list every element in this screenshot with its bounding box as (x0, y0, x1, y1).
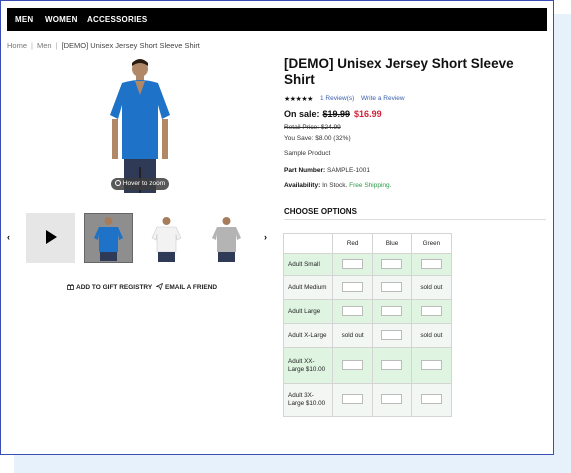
breadcrumb: Home | Men | [DEMO] Unisex Jersey Short Slee… (7, 41, 200, 50)
sale-price-line: On sale: $19.99 $16.99 (284, 109, 382, 119)
product-title: [DEMO] Unisex Jersey Short Sleeve Shirt (284, 56, 514, 87)
hover-to-zoom-badge: Hover to zoom (111, 178, 169, 190)
sold-out-text: sold out (410, 323, 453, 348)
add-to-gift-registry-link[interactable]: ADD TO GIFT REGISTRY (67, 283, 152, 291)
quantity-input-blue[interactable] (381, 305, 403, 316)
quantity-input-blue[interactable] (381, 394, 403, 404)
write-review-link[interactable]: Write a Review (361, 95, 405, 102)
availability-line: Availability: In Stock. Free Shipping. (284, 182, 391, 189)
quantity-cell (372, 383, 412, 417)
size-label: Adult X-Large (283, 323, 333, 348)
email-a-friend-link[interactable]: EMAIL A FRIEND (155, 282, 217, 291)
sold-out-text: sold out (410, 275, 453, 300)
quantity-input-blue[interactable] (381, 258, 403, 269)
retail-label: Retail Price: (284, 124, 320, 131)
part-number-line: Part Number: SAMPLE-1001 (284, 167, 370, 174)
thumbnail-white-shirt[interactable] (142, 213, 191, 263)
options-row: Adult Large (283, 299, 453, 324)
quantity-input-red[interactable] (342, 281, 364, 292)
retail-price-line: Retail Price: $24.99 (284, 124, 341, 131)
options-grid: Red Blue Green Adult Small Adult Medium so… (283, 233, 453, 417)
size-label: Adult Large (283, 299, 333, 324)
free-shipping-text: Free Shipping. (349, 182, 392, 189)
breadcrumb-men[interactable]: Men (37, 41, 52, 50)
quantity-cell (331, 383, 374, 417)
column-header-red: Red (331, 233, 374, 254)
quantity-input-red[interactable] (342, 394, 364, 404)
thumbnail-gray-image (212, 217, 241, 262)
options-row: Adult Small (283, 253, 453, 276)
zoom-icon (114, 180, 121, 186)
sale-price: $16.99 (354, 109, 382, 119)
options-row: Adult Medium sold out (283, 275, 453, 300)
quantity-cell (410, 299, 453, 324)
quantity-input-red[interactable] (342, 359, 364, 370)
availability-label: Availability: (284, 182, 321, 189)
thumbnail-gray-shirt[interactable] (202, 213, 251, 263)
quantity-input-red[interactable] (342, 305, 364, 316)
quantity-cell (372, 275, 412, 300)
sold-out-text: sold out (331, 323, 374, 348)
thumbnail-prev-arrow[interactable]: ‹ (7, 232, 10, 242)
quantity-cell (372, 253, 412, 276)
nav-item-accessories[interactable]: ACCESSORIES (87, 15, 147, 24)
gift-icon (67, 283, 74, 290)
quantity-cell (331, 253, 374, 276)
quantity-cell (331, 299, 374, 324)
play-icon (46, 230, 57, 244)
thumbnail-blue-shirt[interactable] (84, 213, 133, 263)
quantity-cell (331, 347, 374, 384)
send-icon (155, 282, 164, 291)
you-save-text: You Save: $8.00 (32%) (284, 135, 351, 142)
divider (284, 219, 546, 220)
breadcrumb-home[interactable]: Home (7, 41, 27, 50)
quantity-input-blue[interactable] (381, 359, 403, 370)
options-row: Adult 3X-Large $10.00 (283, 383, 453, 417)
quantity-cell (331, 275, 374, 300)
quantity-cell (372, 347, 412, 384)
availability-value: In Stock. (322, 182, 348, 189)
options-row: Adult X-Large sold out sold out (283, 323, 453, 348)
product-main-image[interactable] (100, 55, 180, 195)
quantity-input-green[interactable] (420, 359, 442, 370)
quantity-input-blue[interactable] (381, 329, 403, 340)
size-label: Adult XX-Large $10.00 (283, 347, 333, 384)
size-label: Adult Small (283, 253, 333, 276)
original-price: $19.99 (322, 109, 351, 119)
choose-options-heading: CHOOSE OPTIONS (284, 207, 357, 216)
quantity-input-red[interactable] (342, 258, 364, 269)
quantity-cell (372, 299, 412, 324)
options-row: Adult XX-Large $10.00 (283, 347, 453, 384)
nav-item-men[interactable]: MEN (15, 15, 33, 24)
reviews-link[interactable]: 1 Review(s) (320, 95, 354, 102)
sample-product-text: Sample Product (284, 150, 331, 157)
thumbnail-video[interactable] (26, 213, 75, 263)
size-label: Adult 3X-Large $10.00 (283, 383, 333, 417)
thumbnail-blue-image (94, 217, 123, 261)
nav-item-women[interactable]: WOMEN (45, 15, 78, 24)
column-header-green: Green (410, 233, 453, 254)
thumbnail-next-arrow[interactable]: › (264, 232, 267, 242)
thumbnail-white-image (151, 217, 182, 262)
quantity-cell (410, 383, 453, 417)
options-corner-cell (283, 233, 333, 254)
top-navigation: MEN WOMEN ACCESSORIES (7, 8, 547, 31)
quantity-input-green[interactable] (420, 258, 442, 269)
quantity-input-blue[interactable] (381, 281, 403, 292)
rating-stars: ★★★★★ (284, 96, 313, 103)
quantity-cell (410, 253, 453, 276)
sale-label: On sale: (284, 109, 320, 119)
breadcrumb-current: [DEMO] Unisex Jersey Short Sleeve Shirt (61, 41, 200, 50)
quantity-cell (372, 323, 412, 348)
size-label: Adult Medium (283, 275, 333, 300)
part-number-label: Part Number: (284, 167, 326, 174)
quantity-input-green[interactable] (420, 394, 442, 404)
column-header-blue: Blue (372, 233, 412, 254)
retail-price: $24.99 (320, 124, 341, 131)
part-number-value: SAMPLE-1001 (327, 167, 370, 174)
quantity-input-green[interactable] (420, 305, 442, 316)
quantity-cell (410, 347, 453, 384)
